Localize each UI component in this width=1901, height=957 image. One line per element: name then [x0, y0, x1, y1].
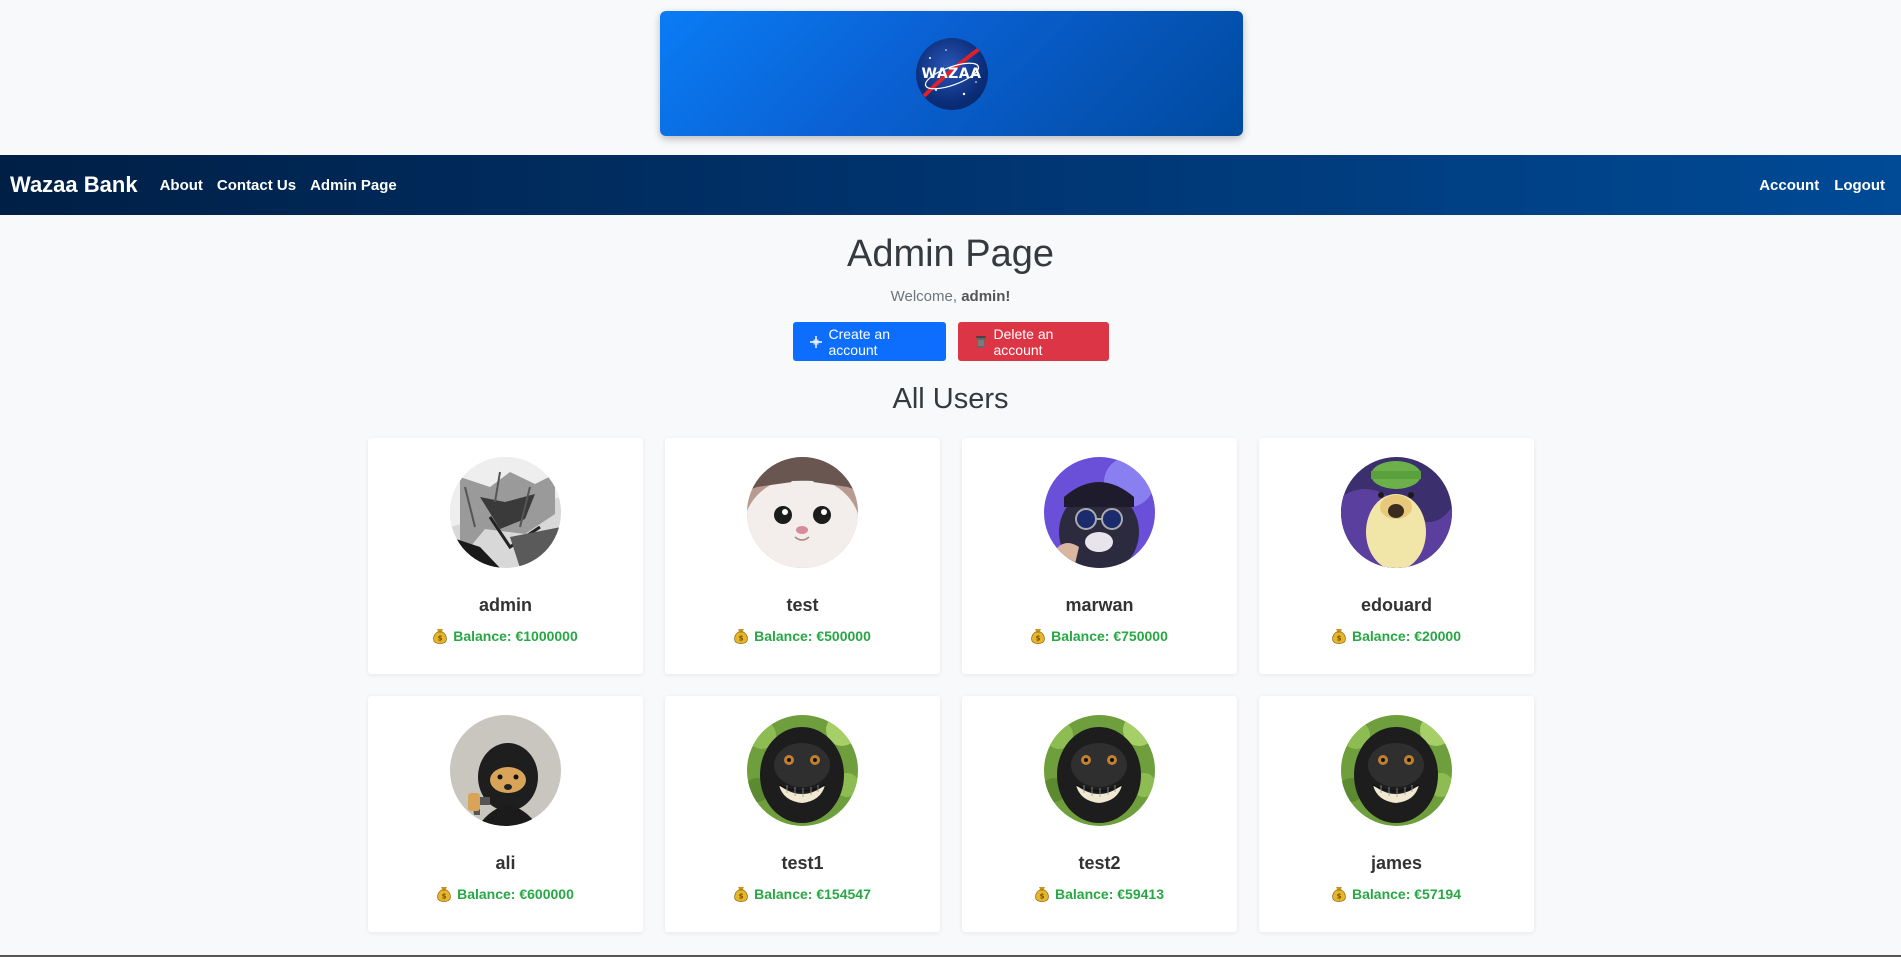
welcome-suffix: ! — [1005, 288, 1011, 305]
money-bag-icon: $ — [1031, 628, 1045, 644]
user-balance-text: Balance: €20000 — [1352, 628, 1461, 644]
page-title: Admin Page — [846, 233, 1054, 275]
user-name: test2 — [1078, 853, 1121, 873]
nav-contact-us[interactable]: Contact Us — [217, 177, 296, 194]
svg-text:$: $ — [1337, 635, 1342, 643]
user-balance-text: Balance: €59413 — [1055, 886, 1164, 902]
user-card[interactable]: test2 $ Balance: €59413 — [962, 696, 1237, 932]
cool-cat-avatar — [1044, 457, 1155, 568]
svg-text:$: $ — [739, 635, 744, 643]
plus-icon — [809, 335, 823, 349]
welcome-username: admin — [961, 288, 1006, 305]
user-balance-text: Balance: €1000000 — [453, 628, 578, 644]
delete-account-button[interactable]: Delete an account — [957, 322, 1109, 361]
svg-text:$: $ — [438, 635, 443, 643]
user-name: admin — [478, 595, 532, 615]
user-name: ali — [495, 853, 516, 873]
action-buttons: Create an account Delete an account — [0, 322, 1901, 361]
create-account-button[interactable]: Create an account — [792, 322, 946, 361]
nav-about[interactable]: About — [160, 177, 203, 194]
money-bag-icon: $ — [1035, 886, 1049, 902]
money-bag-icon: $ — [1332, 628, 1346, 644]
trash-icon — [974, 334, 988, 349]
money-bag-icon: $ — [734, 628, 748, 644]
user-card[interactable]: edouard $ Balance: €20000 — [1259, 438, 1534, 674]
user-card[interactable]: james $ Balance: €57194 — [1259, 696, 1534, 932]
user-card[interactable]: marwan $ Balance: €750000 — [962, 438, 1237, 674]
monkey-avatar — [747, 715, 858, 826]
user-balance: $ Balance: €750000 — [1031, 628, 1168, 644]
money-bag-icon: $ — [1332, 886, 1346, 902]
user-balance-text: Balance: €750000 — [1051, 628, 1168, 644]
user-name: marwan — [1065, 595, 1134, 615]
user-name: test1 — [781, 853, 824, 873]
user-name: james — [1370, 853, 1423, 873]
user-card[interactable]: test $ Balance: €500000 — [665, 438, 940, 674]
user-balance: $ Balance: €57194 — [1332, 886, 1461, 902]
user-balance-text: Balance: €500000 — [754, 628, 871, 644]
user-card[interactable]: ali $ Balance: €600000 — [368, 696, 643, 932]
user-balance: $ Balance: €20000 — [1332, 628, 1461, 644]
user-name: test — [786, 595, 819, 615]
user-grid: admin $ Balance: €1000000 test $ Balance… — [368, 438, 1534, 932]
wazaa-logo[interactable]: WAZAA — [915, 37, 988, 110]
welcome-message: Welcome, admin! — [0, 288, 1901, 305]
user-name: edouard — [1360, 595, 1432, 615]
money-bag-icon: $ — [433, 628, 447, 644]
user-balance: $ Balance: €1000000 — [433, 628, 578, 644]
svg-text:$: $ — [1040, 893, 1045, 901]
user-balance: $ Balance: €59413 — [1035, 886, 1164, 902]
welcome-prefix: Welcome, — [890, 288, 962, 305]
nav-account[interactable]: Account — [1759, 177, 1819, 194]
user-balance-text: Balance: €57194 — [1352, 886, 1461, 902]
navbar: Wazaa Bank About Contact Us Admin Page A… — [0, 155, 1901, 215]
svg-text:$: $ — [1337, 893, 1342, 901]
create-account-label: Create an account — [828, 325, 890, 358]
nav-right: Account Logout — [1744, 177, 1885, 194]
user-balance-text: Balance: €600000 — [457, 886, 574, 902]
cat-avatar — [747, 457, 858, 568]
user-card[interactable]: admin $ Balance: €1000000 — [368, 438, 643, 674]
masked-dog-avatar — [450, 715, 561, 826]
logo-text: WAZAA — [921, 65, 982, 82]
delete-account-label: Delete an account — [993, 325, 1054, 358]
duck-avatar — [1341, 457, 1452, 568]
monkey-avatar — [1044, 715, 1155, 826]
money-bag-icon: $ — [437, 886, 451, 902]
svg-text:$: $ — [739, 893, 744, 901]
brand-link[interactable]: Wazaa Bank — [10, 172, 138, 198]
money-bag-icon: $ — [734, 886, 748, 902]
svg-text:$: $ — [1036, 635, 1041, 643]
nav-admin-page[interactable]: Admin Page — [310, 177, 397, 194]
manga-avatar — [450, 457, 561, 568]
user-balance: $ Balance: €600000 — [437, 886, 574, 902]
header-banner: WAZAA — [660, 11, 1243, 136]
nav-logout[interactable]: Logout — [1834, 177, 1885, 194]
svg-text:$: $ — [442, 893, 447, 901]
user-balance: $ Balance: €500000 — [734, 628, 871, 644]
user-balance-text: Balance: €154547 — [754, 886, 871, 902]
user-card[interactable]: test1 $ Balance: €154547 — [665, 696, 940, 932]
section-title: All Users — [892, 383, 1009, 415]
monkey-avatar — [1341, 715, 1452, 826]
user-balance: $ Balance: €154547 — [734, 886, 871, 902]
